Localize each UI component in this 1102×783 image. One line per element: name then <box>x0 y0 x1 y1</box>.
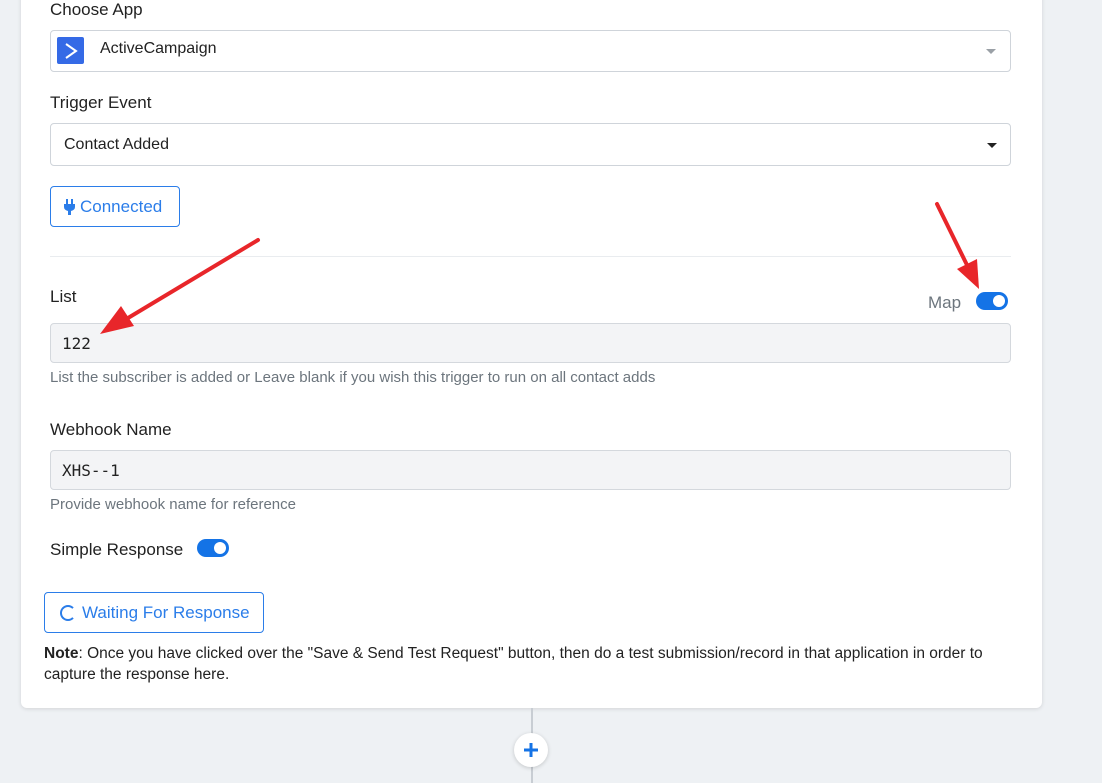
chevron-right-icon <box>64 42 78 59</box>
plus-icon <box>524 743 538 757</box>
choose-app-value: ActiveCampaign <box>100 40 217 57</box>
note-prefix: Note <box>44 645 79 662</box>
list-input[interactable]: 122 <box>50 323 1011 363</box>
chevron-down-icon <box>987 143 997 148</box>
spinner-icon <box>60 604 76 621</box>
list-help-text: List the subscriber is added or Leave bl… <box>50 369 656 386</box>
simple-response-toggle-knob <box>214 542 226 554</box>
trigger-event-label: Trigger Event <box>50 93 152 112</box>
page: Choose App ActiveCampaign Trigger Event … <box>0 0 1102 783</box>
note-body: : Once you have clicked over the "Save &… <box>44 645 983 683</box>
webhook-name-value: XHS--1 <box>62 461 120 480</box>
webhook-name-input[interactable]: XHS--1 <box>50 450 1011 490</box>
simple-response-label: Simple Response <box>50 540 184 559</box>
waiting-for-response-label: Waiting For Response <box>82 602 250 622</box>
trigger-event-value: Contact Added <box>64 136 169 153</box>
add-step-button[interactable] <box>514 733 548 767</box>
choose-app-label: Choose App <box>50 0 143 19</box>
map-toggle-knob <box>993 295 1005 307</box>
chevron-down-icon <box>986 49 996 54</box>
webhook-name-label: Webhook Name <box>50 420 172 439</box>
list-label: List <box>50 287 77 306</box>
activecampaign-logo-icon <box>57 37 84 64</box>
webhook-help-text: Provide webhook name for reference <box>50 496 296 513</box>
simple-response-toggle[interactable] <box>197 539 229 557</box>
map-toggle[interactable] <box>976 292 1008 310</box>
section-divider <box>50 256 1011 257</box>
connected-button[interactable]: Connected <box>50 186 180 227</box>
waiting-for-response-button[interactable]: Waiting For Response <box>44 592 264 633</box>
connected-button-label: Connected <box>80 196 163 216</box>
plug-icon <box>64 198 75 215</box>
list-input-value: 122 <box>62 334 91 353</box>
trigger-event-select[interactable]: Contact Added <box>50 123 1011 166</box>
map-label: Map <box>928 293 962 312</box>
choose-app-select[interactable]: ActiveCampaign <box>50 30 1011 72</box>
note-text: Note: Once you have clicked over the "Sa… <box>44 643 1019 685</box>
